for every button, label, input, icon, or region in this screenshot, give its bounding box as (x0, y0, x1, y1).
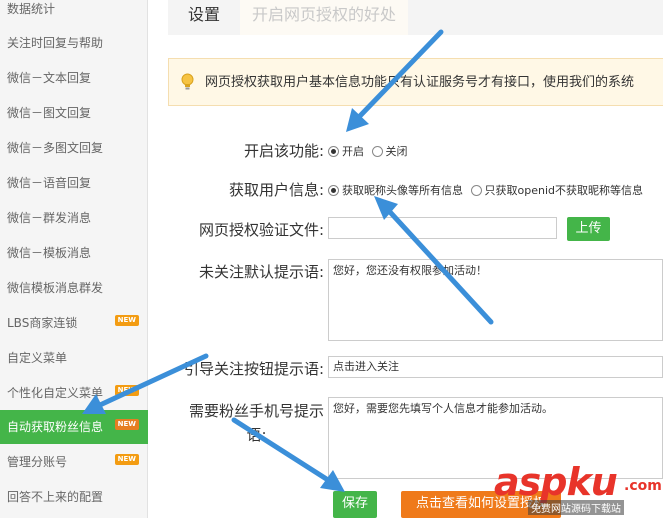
enable-off-label: 关闭 (385, 145, 408, 158)
enable-radio-group: 开启 关闭 (328, 143, 412, 159)
unfollow-tip-textarea[interactable]: 您好，您还没有权限参加活动！ (328, 259, 663, 341)
notice-text: 网页授权获取用户基本信息功能只有认证服务号才有接口，使用我们的系统 (205, 75, 635, 90)
follow-button-tip-label: 引导关注按钮提示语: (183, 360, 324, 378)
unfollow-tip-label: 未关注默认提示语: (198, 263, 324, 281)
sidebar-item-label: 个性化自定义菜单 (7, 386, 104, 400)
aspku-watermark: aspku .com 免费网站源码下载站 (490, 460, 663, 518)
sidebar-item-label: 微信－模板消息 (7, 246, 92, 260)
sidebar-item-follow-reply[interactable]: 关注时回复与帮助 (0, 26, 148, 60)
sidebar-item-text-reply[interactable]: 微信－文本回复 (0, 61, 148, 95)
enable-label: 开启该功能: (243, 142, 324, 160)
sidebar-item-mass-message[interactable]: 微信－群发消息 (0, 201, 148, 235)
sidebar-item-label: 管理分账号 (7, 455, 68, 469)
sidebar-item-voice-reply[interactable]: 微信－语音回复 (0, 166, 148, 200)
sidebar-item-template-mass[interactable]: 微信模板消息群发 (0, 271, 148, 305)
sidebar-item-label: 自动获取粉丝信息 (7, 420, 104, 434)
sidebar-item-label: 回答不上来的配置 (7, 490, 104, 504)
verify-file-label: 网页授权验证文件: (198, 221, 324, 239)
tab-benefits[interactable]: 开启网页授权的好处 (240, 0, 408, 35)
sidebar-item-label: 关注时回复与帮助 (7, 36, 104, 50)
sidebar-item-image-reply[interactable]: 微信－图文回复 (0, 96, 148, 130)
fetch-all-option[interactable]: 获取昵称头像等所有信息 (328, 182, 463, 198)
enable-on-label: 开启 (342, 145, 364, 158)
sidebar-item-label: 数据统计 (7, 2, 56, 16)
sidebar-item-label: 微信－文本回复 (7, 71, 92, 85)
save-button[interactable]: 保存 (333, 491, 377, 518)
sidebar-item-label: 自定义菜单 (7, 351, 68, 365)
fetch-all-label: 获取昵称头像等所有信息 (342, 184, 463, 197)
new-badge: NEW (114, 454, 139, 465)
watermark-logo: aspku (494, 460, 618, 504)
sidebar-item-lbs[interactable]: LBS商家连锁 NEW (0, 306, 148, 340)
upload-button[interactable]: 上传 (567, 217, 610, 241)
fetch-all-radio[interactable] (328, 185, 339, 196)
sidebar-item-template-message[interactable]: 微信－模板消息 (0, 236, 148, 270)
sidebar-item-label: 微信－群发消息 (7, 211, 92, 225)
tab-settings[interactable]: 设置 (168, 0, 240, 35)
tab-bar: 设置 开启网页授权的好处 (168, 0, 663, 35)
sidebar-item-auto-fan-info[interactable]: 自动获取粉丝信息 NEW (0, 410, 148, 444)
sidebar-item-label: 微信－图文回复 (7, 106, 92, 120)
sidebar-item-stats[interactable]: 数据统计 (0, 0, 148, 26)
sidebar-item-label: 微信－语音回复 (7, 176, 92, 190)
sidebar-item-label: 微信－多图文回复 (7, 141, 104, 155)
sidebar-item-personal-menu[interactable]: 个性化自定义菜单 NEW (0, 376, 148, 410)
phone-tip-label: 需要粉丝手机号提示 语: (189, 399, 324, 447)
watermark-subtitle: 免费网站源码下载站 (528, 500, 624, 515)
lightbulb-icon (181, 73, 194, 90)
fetch-openid-radio[interactable] (470, 185, 482, 196)
fetch-openid-option[interactable]: 只获取openid不获取昵称等信息 (470, 182, 644, 198)
notice-banner: 网页授权获取用户基本信息功能只有认证服务号才有接口，使用我们的系统 (168, 58, 663, 106)
enable-off-radio[interactable] (371, 146, 383, 157)
verify-file-input[interactable] (328, 217, 557, 239)
new-badge: NEW (114, 315, 139, 326)
new-badge: NEW (114, 385, 139, 396)
enable-on-option[interactable]: 开启 (328, 143, 364, 159)
follow-button-tip-input[interactable]: 点击进入关注 (328, 356, 663, 378)
sidebar-item-unanswered[interactable]: 回答不上来的配置 (0, 480, 148, 514)
enable-off-option[interactable]: 关闭 (371, 143, 408, 159)
fetch-openid-label: 只获取openid不获取昵称等信息 (484, 184, 644, 197)
phone-tip-label-line2: 语: (246, 426, 267, 444)
watermark-suffix: .com (624, 478, 662, 494)
fetch-info-label: 获取用户信息: (228, 181, 324, 199)
sidebar-item-label: LBS商家连锁 (7, 316, 78, 330)
sidebar: 数据统计 关注时回复与帮助 微信－文本回复 微信－图文回复 微信－多图文回复 微… (0, 0, 148, 518)
new-badge: NEW (114, 419, 139, 430)
sidebar-item-custom-menu[interactable]: 自定义菜单 (0, 341, 148, 375)
phone-tip-label-line1: 需要粉丝手机号提示 (188, 402, 324, 420)
sidebar-item-multi-image-reply[interactable]: 微信－多图文回复 (0, 131, 148, 165)
sidebar-item-sub-accounts[interactable]: 管理分账号 NEW (0, 445, 148, 479)
sidebar-item-label: 微信模板消息群发 (7, 281, 104, 295)
fetch-info-radio-group: 获取昵称头像等所有信息 只获取openid不获取昵称等信息 (328, 182, 647, 198)
enable-on-radio[interactable] (328, 146, 339, 157)
